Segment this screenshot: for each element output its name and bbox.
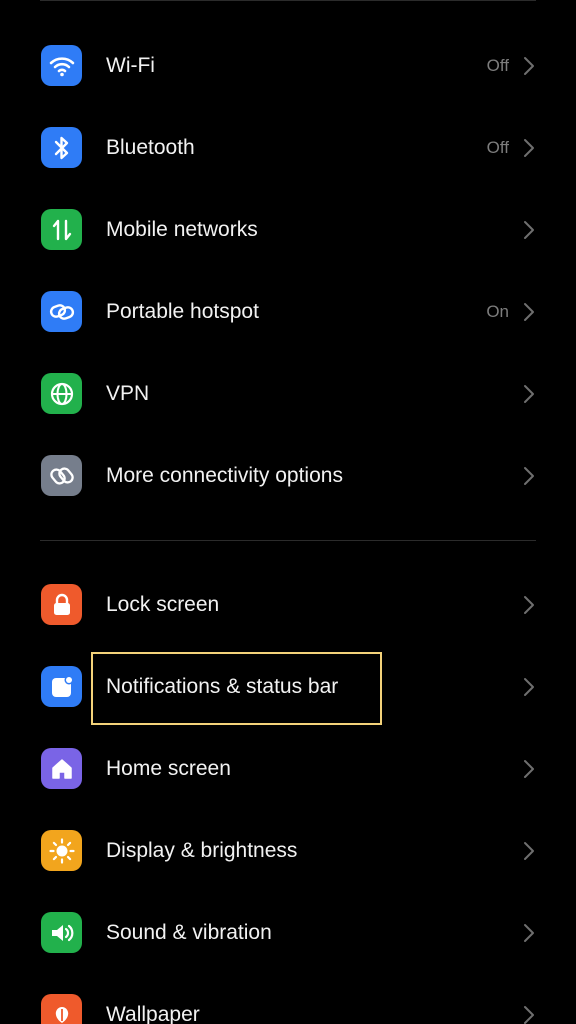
highlight-box: [91, 652, 382, 725]
speaker-icon: [41, 912, 82, 953]
chevron-right-icon: [524, 139, 534, 157]
wifi-label: Wi-Fi: [106, 54, 155, 77]
wifi-status: Off: [486, 56, 509, 75]
settings-item-vpn[interactable]: VPN: [0, 353, 576, 435]
chevron-right-icon: [524, 924, 534, 942]
chevron-right-icon: [524, 57, 534, 75]
chevron-right-icon: [524, 467, 534, 485]
portable-hotspot-label: Portable hotspot: [106, 300, 259, 323]
sun-icon: [41, 830, 82, 871]
mobile-networks-label: Mobile networks: [106, 218, 258, 241]
sound-vibration-label: Sound & vibration: [106, 921, 272, 944]
bluetooth-icon: [41, 127, 82, 168]
settings-item-wallpaper[interactable]: Wallpaper: [0, 974, 576, 1024]
hotspot-link-icon: [41, 291, 82, 332]
wallpaper-icon: [41, 994, 82, 1024]
chevron-right-icon: [524, 303, 534, 321]
notification-icon: [41, 666, 82, 707]
wifi-icon: [41, 45, 82, 86]
vpn-label: VPN: [106, 382, 150, 405]
home-icon: [41, 748, 82, 789]
hotspot-status: On: [486, 302, 509, 321]
mobile-data-icon: [41, 209, 82, 250]
settings-item-mobile-networks[interactable]: Mobile networks: [0, 189, 576, 271]
bluetooth-label: Bluetooth: [106, 136, 195, 159]
settings-item-sound-vibration[interactable]: Sound & vibration: [0, 892, 576, 974]
chevron-right-icon: [524, 842, 534, 860]
globe-icon: [41, 373, 82, 414]
chevron-right-icon: [524, 1006, 534, 1024]
display-brightness-label: Display & brightness: [106, 839, 298, 862]
lock-icon: [41, 584, 82, 625]
link-icon: [41, 455, 82, 496]
settings-item-more-connectivity[interactable]: More connectivity options: [0, 435, 576, 517]
chevron-right-icon: [524, 760, 534, 778]
lock-screen-label: Lock screen: [106, 593, 220, 616]
settings-item-lock-screen[interactable]: Lock screen: [0, 564, 576, 646]
settings-item-home-screen[interactable]: Home screen: [0, 728, 576, 810]
settings-item-display-brightness[interactable]: Display & brightness: [0, 810, 576, 892]
more-connectivity-label: More connectivity options: [106, 464, 343, 487]
wallpaper-label: Wallpaper: [106, 1003, 200, 1024]
chevron-right-icon: [524, 385, 534, 403]
section-divider: [40, 540, 536, 541]
top-divider: [40, 0, 536, 1]
settings-item-bluetooth[interactable]: Bluetooth Off: [0, 107, 576, 189]
home-screen-label: Home screen: [106, 757, 231, 780]
chevron-right-icon: [524, 221, 534, 239]
chevron-right-icon: [524, 678, 534, 696]
chevron-right-icon: [524, 596, 534, 614]
bluetooth-status: Off: [486, 138, 509, 157]
settings-screen: Wi-Fi Off Bluetooth Off Mobile networks: [0, 0, 576, 1024]
settings-item-wifi[interactable]: Wi-Fi Off: [0, 25, 576, 107]
settings-item-portable-hotspot[interactable]: Portable hotspot On: [0, 271, 576, 353]
